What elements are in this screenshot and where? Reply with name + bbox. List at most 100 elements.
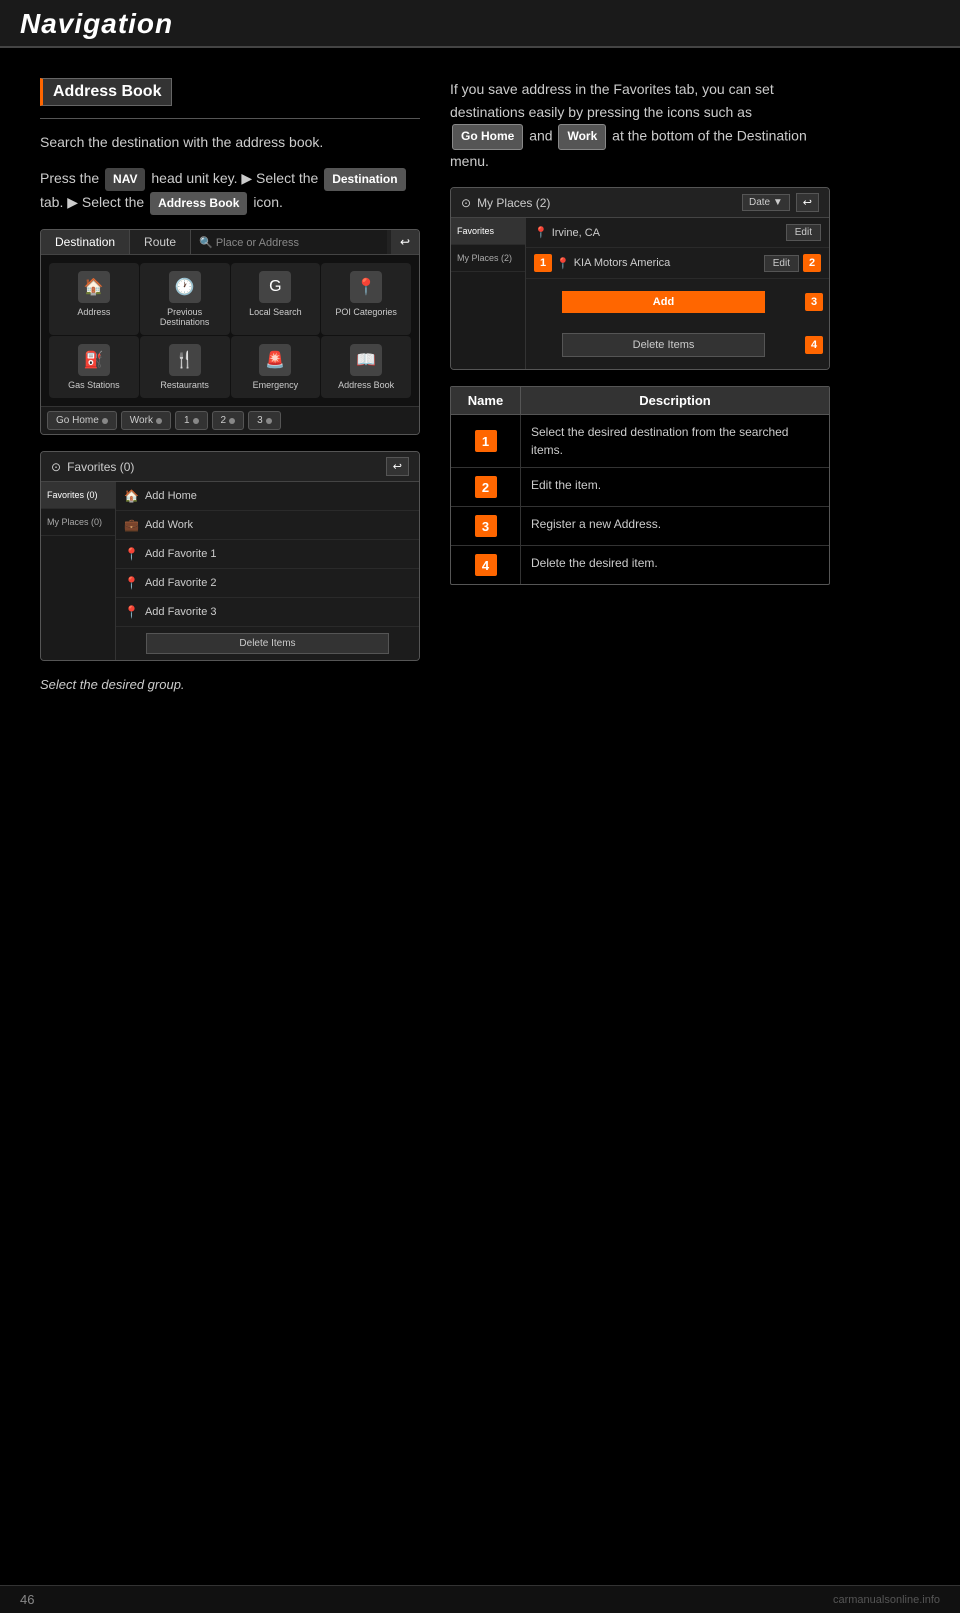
address-icon-item[interactable]: 🏠 Address	[49, 263, 139, 335]
list-row-irvine: 📍 Irvine, CA Edit	[526, 218, 829, 248]
tab-destination[interactable]: Destination	[41, 230, 130, 254]
favorites-screen: ⊙ Favorites (0) ↩ Favorites (0) My Place…	[40, 451, 420, 661]
row2-desc: Edit the item.	[521, 468, 829, 506]
sidebar-item-favorites[interactable]: Favorites	[451, 218, 525, 245]
local-search-label: Local Search	[249, 307, 302, 317]
favorites-header: ⊙ Favorites (0) ↩	[41, 452, 419, 482]
fav2-icon: 📍	[124, 576, 139, 590]
list-item-fav1[interactable]: 📍 Add Favorite 1	[116, 540, 419, 569]
irvine-edit-btn[interactable]: Edit	[786, 224, 821, 241]
favorites-header-text: Favorites (0)	[67, 460, 134, 474]
sidebar-item-myplaces[interactable]: My Places (2)	[451, 245, 525, 272]
row4-desc: Delete the desired item.	[521, 546, 829, 584]
destination-screen: Destination Route 🔍 Place or Address ↩ 🏠…	[40, 229, 420, 435]
poi-label: POI Categories	[335, 307, 397, 317]
myplaces-sidebar: Favorites My Places (2)	[451, 218, 526, 369]
row4-num: 4	[451, 546, 521, 584]
row2-badge: 2	[475, 476, 497, 498]
myplaces-header: ⊙ My Places (2) Date ▼ ↩	[451, 188, 829, 218]
restaurants-icon: 🍴	[169, 344, 201, 376]
tab-route[interactable]: Route	[130, 230, 191, 254]
list-item-fav3[interactable]: 📍 Add Favorite 3	[116, 598, 419, 627]
emergency-icon-item[interactable]: 🚨 Emergency	[231, 336, 321, 398]
info-table: Name Description 1 Select the desired de…	[450, 386, 830, 585]
row2-num: 2	[451, 468, 521, 506]
row3-desc: Register a new Address.	[521, 507, 829, 545]
work-bottom-btn[interactable]: Work	[121, 411, 171, 430]
local-search-icon-item[interactable]: G Local Search	[231, 263, 321, 335]
address-icon: 🏠	[78, 271, 110, 303]
row3-num: 3	[451, 507, 521, 545]
section-divider	[40, 118, 420, 119]
row4-badge: 4	[475, 554, 497, 576]
emergency-label: Emergency	[253, 380, 299, 390]
btn-2[interactable]: 2	[212, 411, 245, 430]
home-icon: 🏠	[124, 489, 139, 503]
table-row-1: 1 Select the desired destination from th…	[451, 415, 829, 468]
work-icon: 💼	[124, 518, 139, 532]
add-button[interactable]: Add	[562, 291, 766, 313]
bottom-bar: Go Home Work 1 2 3	[41, 406, 419, 434]
back-button[interactable]: ↩	[391, 230, 419, 254]
address-label: Address	[77, 307, 110, 317]
list-item-fav2[interactable]: 📍 Add Favorite 2	[116, 569, 419, 598]
col-desc-header: Description	[521, 387, 829, 414]
footer-logo: carmanualsonline.info	[833, 1594, 940, 1606]
address-book-label: Address Book	[338, 380, 394, 390]
favorites-body: Favorites (0) My Places (0) 🏠 Add Home 💼…	[41, 482, 419, 660]
fav2-label: Add Favorite 2	[145, 577, 217, 589]
myplaces-body: Favorites My Places (2) 📍 Irvine, CA Edi…	[451, 218, 829, 369]
favorites-delete-btn[interactable]: Delete Items	[146, 633, 388, 654]
badge-2: 2	[803, 254, 821, 272]
date-select[interactable]: Date ▼	[742, 194, 790, 211]
row3-badge: 3	[475, 515, 497, 537]
fav1-icon: 📍	[124, 547, 139, 561]
address-book-icon: 📖	[350, 344, 382, 376]
btn-1[interactable]: 1	[175, 411, 208, 430]
go-home-bottom-btn[interactable]: Go Home	[47, 411, 117, 430]
list-row-kia: 1 📍 KIA Motors America Edit 2	[526, 248, 829, 279]
gas-icon-item[interactable]: ⛽ Gas Stations	[49, 336, 139, 398]
sidebar-myplaces[interactable]: My Places (0)	[41, 509, 115, 536]
kia-edit-btn[interactable]: Edit	[764, 255, 799, 272]
myplaces-header-left: ⊙ My Places (2)	[461, 196, 550, 210]
badge-1: 1	[534, 254, 552, 272]
instruction-text: Press the NAV head unit key. ▶ Select th…	[40, 167, 420, 215]
main-content: Address Book Search the destination with…	[0, 48, 960, 722]
myplaces-header-right: Date ▼ ↩	[742, 193, 819, 212]
favorites-header-icon: ⊙	[51, 460, 61, 474]
add-work-label: Add Work	[145, 519, 193, 531]
work-badge: Work	[558, 124, 606, 150]
tab-bar: Destination Route 🔍 Place or Address ↩	[41, 230, 419, 255]
badge-4: 4	[805, 336, 823, 354]
fav3-icon: 📍	[124, 605, 139, 619]
list-item-add-work[interactable]: 💼 Add Work	[116, 511, 419, 540]
section-title: Address Book	[40, 78, 172, 106]
select-group-text: Select the desired group.	[40, 677, 420, 692]
go-home-badge: Go Home	[452, 124, 523, 150]
list-item-add-home[interactable]: 🏠 Add Home	[116, 482, 419, 511]
favorites-back-btn[interactable]: ↩	[386, 457, 409, 476]
favorites-sidebar: Favorites (0) My Places (0)	[41, 482, 116, 660]
address-book-icon-item[interactable]: 📖 Address Book	[321, 336, 411, 398]
page-title: Navigation	[20, 8, 940, 40]
previous-icon-item[interactable]: 🕐 Previous Destinations	[140, 263, 230, 335]
page-footer: 46 carmanualsonline.info	[0, 1585, 960, 1613]
table-header: Name Description	[451, 387, 829, 415]
col-name-header: Name	[451, 387, 521, 414]
myplaces-header-text: My Places (2)	[477, 196, 550, 210]
kia-text: KIA Motors America	[574, 257, 760, 269]
gas-icon: ⛽	[78, 344, 110, 376]
table-row-4: 4 Delete the desired item.	[451, 546, 829, 584]
search-bar: 🔍 Place or Address	[191, 230, 387, 254]
poi-icon-item[interactable]: 📍 POI Categories	[321, 263, 411, 335]
sidebar-favorites[interactable]: Favorites (0)	[41, 482, 115, 509]
delete-button[interactable]: Delete Items	[562, 333, 766, 357]
restaurants-icon-item[interactable]: 🍴 Restaurants	[140, 336, 230, 398]
right-intro-text: If you save address in the Favorites tab…	[450, 78, 830, 173]
irvine-text: Irvine, CA	[552, 227, 782, 239]
btn-3[interactable]: 3	[248, 411, 281, 430]
myplaces-back-btn[interactable]: ↩	[796, 193, 819, 212]
irvine-icon: 📍	[534, 226, 548, 239]
myplaces-icon: ⊙	[461, 196, 471, 210]
